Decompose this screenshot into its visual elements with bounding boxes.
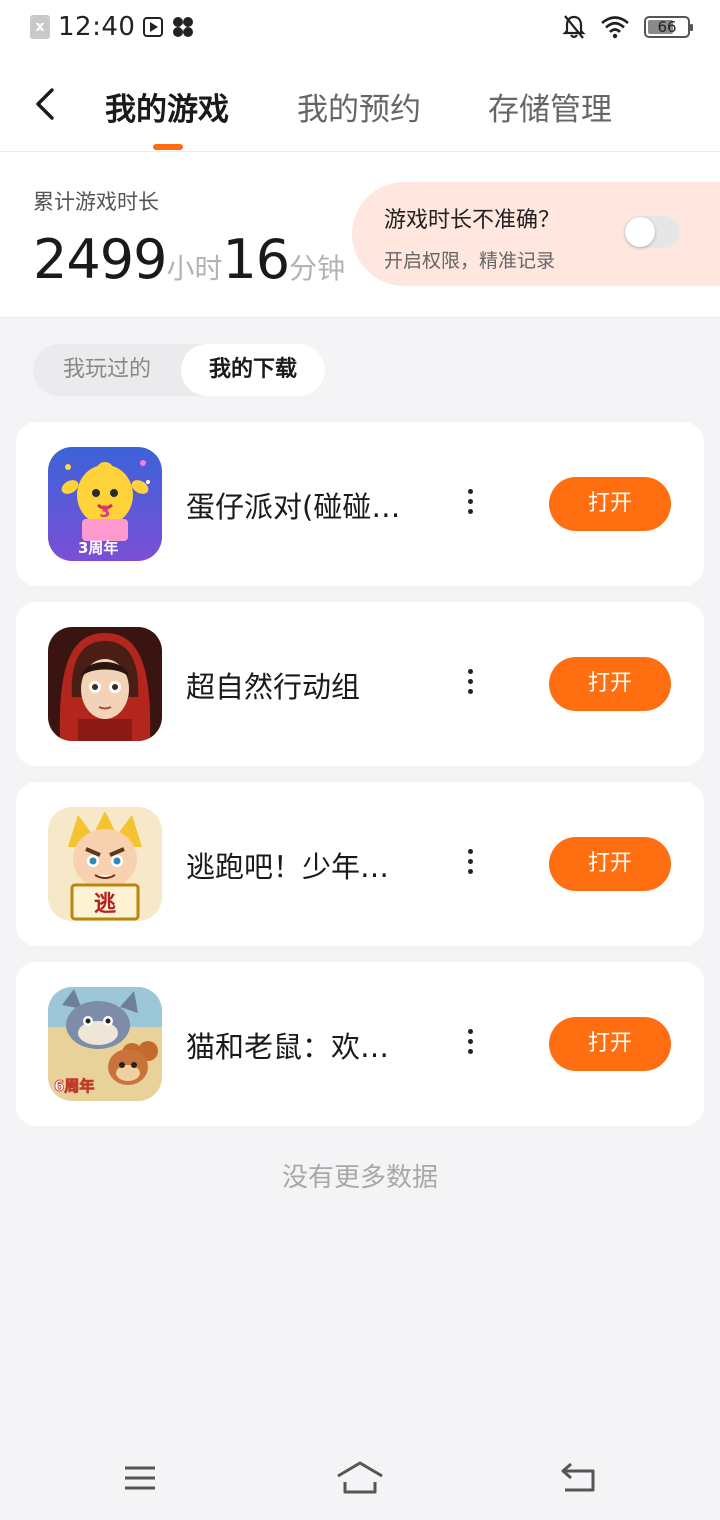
filter-played[interactable]: 我玩过的 [33,344,181,396]
battery-level: 66 [657,18,677,36]
status-bar: x 12:40 66 [0,0,720,58]
home-icon[interactable] [335,1458,385,1502]
game-card[interactable]: 6周年 猫和老鼠：欢… 打开 [16,962,704,1126]
svg-text:3: 3 [99,502,110,521]
game-card[interactable]: 超自然行动组 打开 [16,602,704,766]
svg-text:3周年: 3周年 [78,539,118,557]
wifi-icon [601,16,629,39]
video-play-icon [143,17,164,37]
more-options-icon[interactable] [458,664,482,704]
game-name[interactable]: 猫和老鼠：欢… [186,1024,389,1066]
playtime-minutes-unit: 分钟 [289,252,346,285]
more-options-icon[interactable] [458,844,482,884]
tab-storage-management[interactable]: 存储管理 [488,84,612,129]
playtime-hours: 2499 [33,228,167,291]
more-options-icon[interactable] [458,484,482,524]
playtime-permission-banner: 游戏时长不准确？ 开启权限，精准记录 [352,182,720,286]
active-tab-indicator [153,144,183,150]
back-icon[interactable] [555,1458,605,1502]
status-time: 12:40 [58,12,136,42]
fan-icon [173,17,194,37]
list-filter: 我玩过的 我的下载 [33,344,325,396]
game-card[interactable]: 逃 逃跑吧！少年… 打开 [16,782,704,946]
filter-downloaded[interactable]: 我的下载 [181,344,325,396]
banner-subtitle: 开启权限，精准记录 [384,250,556,272]
tab-my-games[interactable]: 我的游戏 [105,84,229,129]
open-game-button[interactable]: 打开 [549,837,671,891]
system-nav-bar [0,1440,720,1520]
open-game-button[interactable]: 打开 [549,1017,671,1071]
eggy-party-icon[interactable]: 3 3周年 [48,447,162,561]
playtime-label: 累计游戏时长 [33,190,159,214]
svg-text:6周年: 6周年 [54,1077,94,1095]
permission-toggle[interactable] [624,216,680,248]
playtime-value: 2499小时16分钟 [33,228,345,291]
top-tab-bar: 我的游戏 我的预约 存储管理 [0,58,720,152]
runaway-boy-icon[interactable]: 逃 [48,807,162,921]
game-name[interactable]: 超自然行动组 [186,664,360,706]
back-arrow-icon[interactable] [28,84,64,124]
status-right: 66 [562,14,693,40]
bell-off-icon [562,15,586,39]
game-card[interactable]: 3 3周年 蛋仔派对(碰碰… 打开 [16,422,704,586]
toggle-knob [625,217,655,247]
open-game-button[interactable]: 打开 [549,657,671,711]
tab-my-reservations[interactable]: 我的预约 [297,84,421,129]
menu-icon[interactable] [115,1458,165,1502]
hooded-girl-icon[interactable] [48,627,162,741]
game-name[interactable]: 蛋仔派对(碰碰… [186,484,400,526]
svg-text:逃: 逃 [94,891,117,917]
banner-title: 游戏时长不准确？ [384,208,561,233]
tom-and-jerry-icon[interactable]: 6周年 [48,987,162,1101]
playtime-summary: 累计游戏时长 2499小时16分钟 游戏时长不准确？ 开启权限，精准记录 [0,152,720,318]
more-options-icon[interactable] [458,1024,482,1064]
playtime-minutes: 16 [222,228,290,291]
game-name[interactable]: 逃跑吧！少年… [186,844,389,886]
open-game-button[interactable]: 打开 [549,477,671,531]
playtime-hours-unit: 小时 [166,252,223,285]
battery-icon: 66 [644,16,693,38]
status-left: x 12:40 [30,12,195,42]
app-notification-icon: x [30,15,50,39]
end-of-list-text: 没有更多数据 [281,1163,438,1193]
